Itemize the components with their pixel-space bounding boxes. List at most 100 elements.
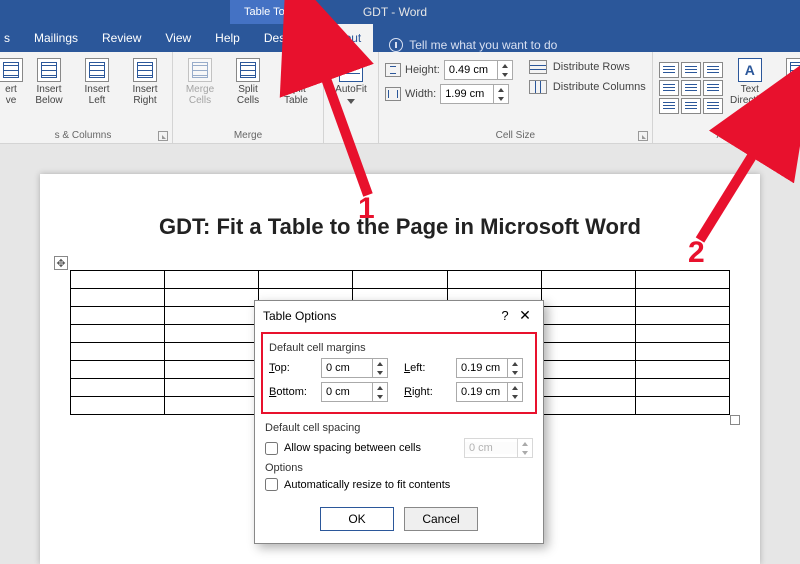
lightbulb-icon bbox=[389, 38, 403, 52]
dialog-launcher-icon[interactable] bbox=[158, 131, 168, 141]
allow-spacing-checkbox[interactable] bbox=[265, 442, 278, 455]
table-cell[interactable] bbox=[447, 271, 541, 289]
table-cell[interactable] bbox=[635, 361, 729, 379]
insert-left-button[interactable]: Insert Left bbox=[76, 56, 118, 108]
tab-review[interactable]: Review bbox=[90, 24, 153, 52]
table-cell[interactable] bbox=[71, 343, 165, 361]
table-move-handle[interactable]: ✥ bbox=[54, 256, 68, 270]
table-cell[interactable] bbox=[71, 289, 165, 307]
tab-partial[interactable]: s bbox=[0, 24, 22, 52]
height-input[interactable] bbox=[445, 64, 497, 76]
table-cell[interactable] bbox=[635, 325, 729, 343]
height-spinner[interactable] bbox=[444, 60, 513, 80]
spin-down-icon[interactable] bbox=[494, 94, 508, 103]
table-cell[interactable] bbox=[541, 271, 635, 289]
table-cell[interactable] bbox=[541, 307, 635, 325]
distribute-rows-button[interactable]: Distribute Rows bbox=[529, 60, 646, 74]
tab-mailings[interactable]: Mailings bbox=[22, 24, 90, 52]
table-cell[interactable] bbox=[71, 379, 165, 397]
table-cell[interactable] bbox=[541, 343, 635, 361]
table-cell[interactable] bbox=[635, 397, 729, 415]
align-bot-center[interactable] bbox=[681, 98, 701, 114]
table-cell[interactable] bbox=[541, 379, 635, 397]
spin-up-icon[interactable] bbox=[494, 85, 508, 94]
split-table-button[interactable]: Split Table bbox=[275, 56, 317, 108]
section-options: Options bbox=[265, 462, 533, 474]
width-spinner[interactable] bbox=[440, 84, 509, 104]
left-input[interactable] bbox=[457, 362, 507, 374]
dialog-titlebar[interactable]: Table Options ? ✕ bbox=[255, 301, 543, 330]
table-cell[interactable] bbox=[635, 379, 729, 397]
align-bot-left[interactable] bbox=[659, 98, 679, 114]
table-cell[interactable] bbox=[71, 397, 165, 415]
bottom-input[interactable] bbox=[322, 386, 372, 398]
distribute-columns-button[interactable]: Distribute Columns bbox=[529, 80, 646, 94]
section-default-spacing: Default cell spacing bbox=[265, 422, 533, 434]
table-cell[interactable] bbox=[635, 343, 729, 361]
table-cell[interactable] bbox=[165, 361, 259, 379]
top-spinner[interactable] bbox=[321, 358, 388, 378]
table-cell[interactable] bbox=[541, 289, 635, 307]
spacing-input bbox=[465, 442, 517, 454]
top-input[interactable] bbox=[322, 362, 372, 374]
close-button[interactable]: ✕ bbox=[515, 307, 535, 324]
auto-resize-checkbox[interactable] bbox=[265, 478, 278, 491]
insert-right-button[interactable]: Insert Right bbox=[124, 56, 166, 108]
spin-up-icon[interactable] bbox=[498, 61, 512, 70]
dialog-launcher-icon[interactable] bbox=[638, 131, 648, 141]
table-cell[interactable] bbox=[541, 325, 635, 343]
tab-view[interactable]: View bbox=[153, 24, 203, 52]
table-cell[interactable] bbox=[635, 307, 729, 325]
table-cell[interactable] bbox=[165, 379, 259, 397]
left-spinner[interactable] bbox=[456, 358, 523, 378]
insert-below-button[interactable]: Insert Below bbox=[28, 56, 70, 108]
table-cell[interactable] bbox=[259, 271, 353, 289]
partial-button[interactable]: ertve bbox=[0, 56, 22, 108]
table-cell[interactable] bbox=[71, 325, 165, 343]
align-top-right[interactable] bbox=[703, 62, 723, 78]
right-label: Right: bbox=[404, 386, 450, 398]
align-mid-right[interactable] bbox=[703, 80, 723, 96]
align-top-left[interactable] bbox=[659, 62, 679, 78]
table-cell[interactable] bbox=[165, 289, 259, 307]
tell-me[interactable]: Tell me what you want to do bbox=[389, 38, 557, 52]
split-cells-button[interactable]: Split Cells bbox=[227, 56, 269, 108]
help-button[interactable]: ? bbox=[495, 308, 515, 323]
merge-cells-button[interactable]: Merge Cells bbox=[179, 56, 221, 108]
autofit-button[interactable]: AutoFit bbox=[330, 56, 372, 106]
table-cell[interactable] bbox=[165, 271, 259, 289]
dialog-title: Table Options bbox=[263, 309, 336, 323]
table-cell[interactable] bbox=[71, 361, 165, 379]
table-cell[interactable] bbox=[165, 325, 259, 343]
ok-button[interactable]: OK bbox=[320, 507, 394, 531]
cancel-button[interactable]: Cancel bbox=[404, 507, 478, 531]
tab-help[interactable]: Help bbox=[203, 24, 252, 52]
align-top-center[interactable] bbox=[681, 62, 701, 78]
table-resize-handle[interactable] bbox=[730, 415, 740, 425]
top-label: Top: bbox=[269, 362, 315, 374]
align-mid-center[interactable] bbox=[681, 80, 701, 96]
table-cell[interactable] bbox=[165, 343, 259, 361]
tab-layout[interactable]: Layout bbox=[313, 24, 373, 52]
table-cell[interactable] bbox=[165, 307, 259, 325]
table-cell[interactable] bbox=[165, 397, 259, 415]
table-cell[interactable] bbox=[635, 271, 729, 289]
table-cell[interactable] bbox=[541, 397, 635, 415]
table-cell[interactable] bbox=[541, 361, 635, 379]
width-input[interactable] bbox=[441, 88, 493, 100]
align-bot-right[interactable] bbox=[703, 98, 723, 114]
table-cell[interactable] bbox=[635, 289, 729, 307]
group-autofit: AutoFit bbox=[324, 52, 379, 143]
bottom-spinner[interactable] bbox=[321, 382, 388, 402]
text-direction-button[interactable]: AText Direction bbox=[729, 56, 771, 108]
table-cell[interactable] bbox=[353, 271, 447, 289]
table-row[interactable] bbox=[71, 271, 730, 289]
right-spinner[interactable] bbox=[456, 382, 523, 402]
table-cell[interactable] bbox=[71, 271, 165, 289]
cell-margins-button[interactable]: Cell Margins bbox=[777, 56, 800, 108]
tab-design[interactable]: Design bbox=[252, 24, 313, 52]
right-input[interactable] bbox=[457, 386, 507, 398]
table-cell[interactable] bbox=[71, 307, 165, 325]
spin-down-icon[interactable] bbox=[498, 70, 512, 79]
align-mid-left[interactable] bbox=[659, 80, 679, 96]
